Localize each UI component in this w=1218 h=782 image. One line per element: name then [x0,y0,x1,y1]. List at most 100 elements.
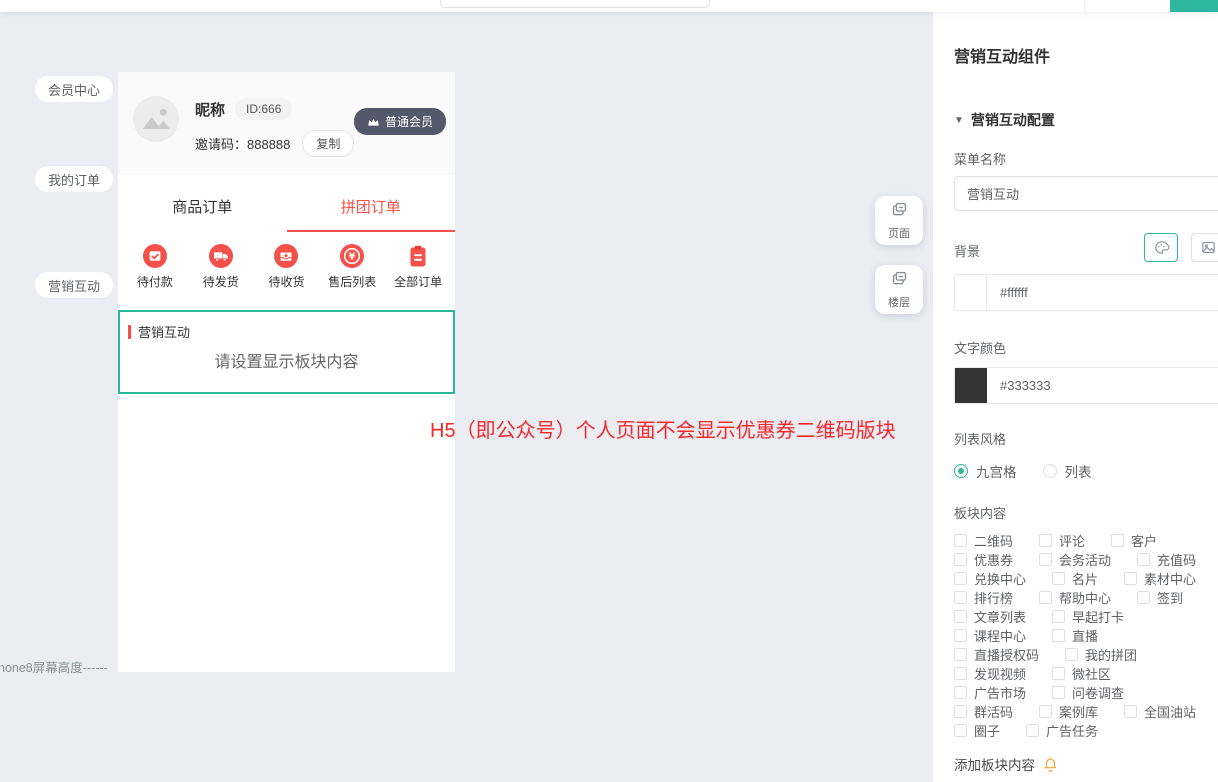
content-checkbox-评论[interactable]: 评论 [1039,531,1085,550]
content-checkbox-发现视频[interactable]: 发现视频 [954,664,1026,683]
component-tag-2[interactable]: 营销互动 [35,272,113,298]
checkbox-icon[interactable] [954,667,967,680]
checkbox-icon[interactable] [1137,591,1150,604]
layers-icon [890,200,909,224]
checkbox-icon[interactable] [954,648,967,661]
checkbox-icon[interactable] [954,534,967,547]
copy-button[interactable]: 复制 [302,130,354,157]
radio-icon[interactable] [1043,464,1057,478]
content-checkbox-课程中心[interactable]: 课程中心 [954,626,1026,645]
content-checkbox-广告市场[interactable]: 广告市场 [954,683,1026,702]
order-status-item[interactable]: 全部订单 [385,244,451,290]
content-checkbox-直播授权码[interactable]: 直播授权码 [954,645,1039,664]
checkbox-icon[interactable] [1065,648,1078,661]
checkbox-icon[interactable] [1052,667,1065,680]
add-content-label: 添加板块内容 [954,754,1035,774]
menu-name-input[interactable] [954,176,1218,211]
checkbox-label: 广告市场 [974,683,1026,702]
checkbox-icon[interactable] [1052,572,1065,585]
content-checkbox-直播[interactable]: 直播 [1052,626,1098,645]
content-checkbox-会务活动[interactable]: 会务活动 [1039,550,1111,569]
content-checkbox-微社区[interactable]: 微社区 [1052,664,1111,683]
checkbox-icon[interactable] [1137,553,1150,566]
checkbox-icon[interactable] [1052,686,1065,699]
component-tag-1[interactable]: 我的订单 [35,166,113,192]
order-status-item[interactable]: ¥售后列表 [319,244,385,290]
order-status-item[interactable]: 待发货 [188,244,254,290]
order-status-item[interactable]: 待付款 [122,244,188,290]
content-row: 圈子 广告任务 [954,721,1218,740]
component-tag-0[interactable]: 会员中心 [35,76,113,102]
list-style-radio-列表[interactable]: 列表 [1043,461,1092,481]
checkbox-icon[interactable] [1111,534,1124,547]
content-checkbox-广告任务[interactable]: 广告任务 [1026,721,1098,740]
content-checkbox-早起打卡[interactable]: 早起打卡 [1052,607,1124,626]
radio-label: 九宫格 [976,461,1017,481]
save-button[interactable] [1170,0,1218,12]
checkbox-icon[interactable] [954,724,967,737]
checkbox-icon[interactable] [1124,572,1137,585]
checkbox-label: 我的拼团 [1085,645,1137,664]
chevron-down-icon: ▼ [954,115,964,126]
checkbox-icon[interactable] [1124,705,1137,718]
checkbox-icon[interactable] [954,572,967,585]
crown-icon [367,117,380,127]
content-checkbox-我的拼团[interactable]: 我的拼团 [1065,645,1137,664]
content-checkbox-二维码[interactable]: 二维码 [954,531,1013,550]
list-style-radio-九宫格[interactable]: 九宫格 [954,461,1017,481]
content-checkbox-兑换中心[interactable]: 兑换中心 [954,569,1026,588]
radio-icon[interactable] [954,464,968,478]
content-checkbox-充值码[interactable]: 充值码 [1137,550,1196,569]
order-tab[interactable]: 拼团订单 [287,185,456,232]
checkbox-icon[interactable] [1039,591,1052,604]
checkbox-icon[interactable] [954,629,967,642]
content-checkbox-群活码[interactable]: 群活码 [954,702,1013,721]
content-checkbox-帮助中心[interactable]: 帮助中心 [1039,588,1111,607]
content-checkbox-案例库[interactable]: 案例库 [1039,702,1098,721]
content-checkbox-排行榜[interactable]: 排行榜 [954,588,1013,607]
marketing-block-selected[interactable]: 营销互动 请设置显示板块内容 [118,310,455,394]
checkbox-icon[interactable] [1039,705,1052,718]
list-style-options: 九宫格 列表 [954,461,1218,481]
order-tab[interactable]: 商品订单 [118,185,287,232]
image-icon[interactable] [1191,233,1218,262]
background-color-input[interactable]: #ffffff [954,274,1218,311]
checkbox-icon[interactable] [954,610,967,623]
float-button-楼层[interactable]: 楼层 [875,265,923,314]
checkbox-icon[interactable] [1039,553,1052,566]
panel-title: 营销互动组件 [954,43,1218,67]
content-checkbox-客户[interactable]: 客户 [1111,531,1157,550]
checkbox-icon[interactable] [1026,724,1039,737]
member-card[interactable]: 昵称 ID:666 邀请码：888888 复制 普通会员 [118,72,455,175]
content-checkbox-素材中心[interactable]: 素材中心 [1124,569,1196,588]
checkbox-icon[interactable] [954,686,967,699]
content-row: 发现视频 微社区 [954,664,1218,683]
background-color-swatch[interactable] [955,275,987,310]
checkbox-icon[interactable] [954,553,967,566]
content-checkbox-优惠券[interactable]: 优惠券 [954,550,1013,569]
section-header-marketing-config[interactable]: ▼ 营销互动配置 [954,110,1218,130]
checkbox-icon[interactable] [1052,629,1065,642]
content-checkbox-全国油站[interactable]: 全国油站 [1124,702,1196,721]
checkbox-icon[interactable] [954,591,967,604]
content-checkbox-问卷调查[interactable]: 问卷调查 [1052,683,1124,702]
alarm-icon[interactable] [1042,756,1059,773]
checkbox-label: 问卷调查 [1072,683,1124,702]
palette-icon[interactable] [1144,233,1178,262]
content-row: 直播授权码 我的拼团 [954,645,1218,664]
content-checkbox-名片[interactable]: 名片 [1052,569,1098,588]
checkbox-label: 签到 [1157,588,1183,607]
order-status-item[interactable]: 待收货 [254,244,320,290]
checkbox-icon[interactable] [954,705,967,718]
checkbox-icon[interactable] [1052,610,1065,623]
text-color-input[interactable]: #333333 [954,367,1218,404]
checkbox-label: 排行榜 [974,588,1013,607]
content-checkbox-圈子[interactable]: 圈子 [954,721,1000,740]
content-checkbox-签到[interactable]: 签到 [1137,588,1183,607]
checkbox-icon[interactable] [1039,534,1052,547]
toolbar-input[interactable] [440,0,710,8]
text-color-swatch[interactable] [955,368,987,403]
svg-text:¥: ¥ [349,252,356,263]
content-checkbox-文章列表[interactable]: 文章列表 [954,607,1026,626]
float-button-页面[interactable]: 页面 [875,196,923,245]
